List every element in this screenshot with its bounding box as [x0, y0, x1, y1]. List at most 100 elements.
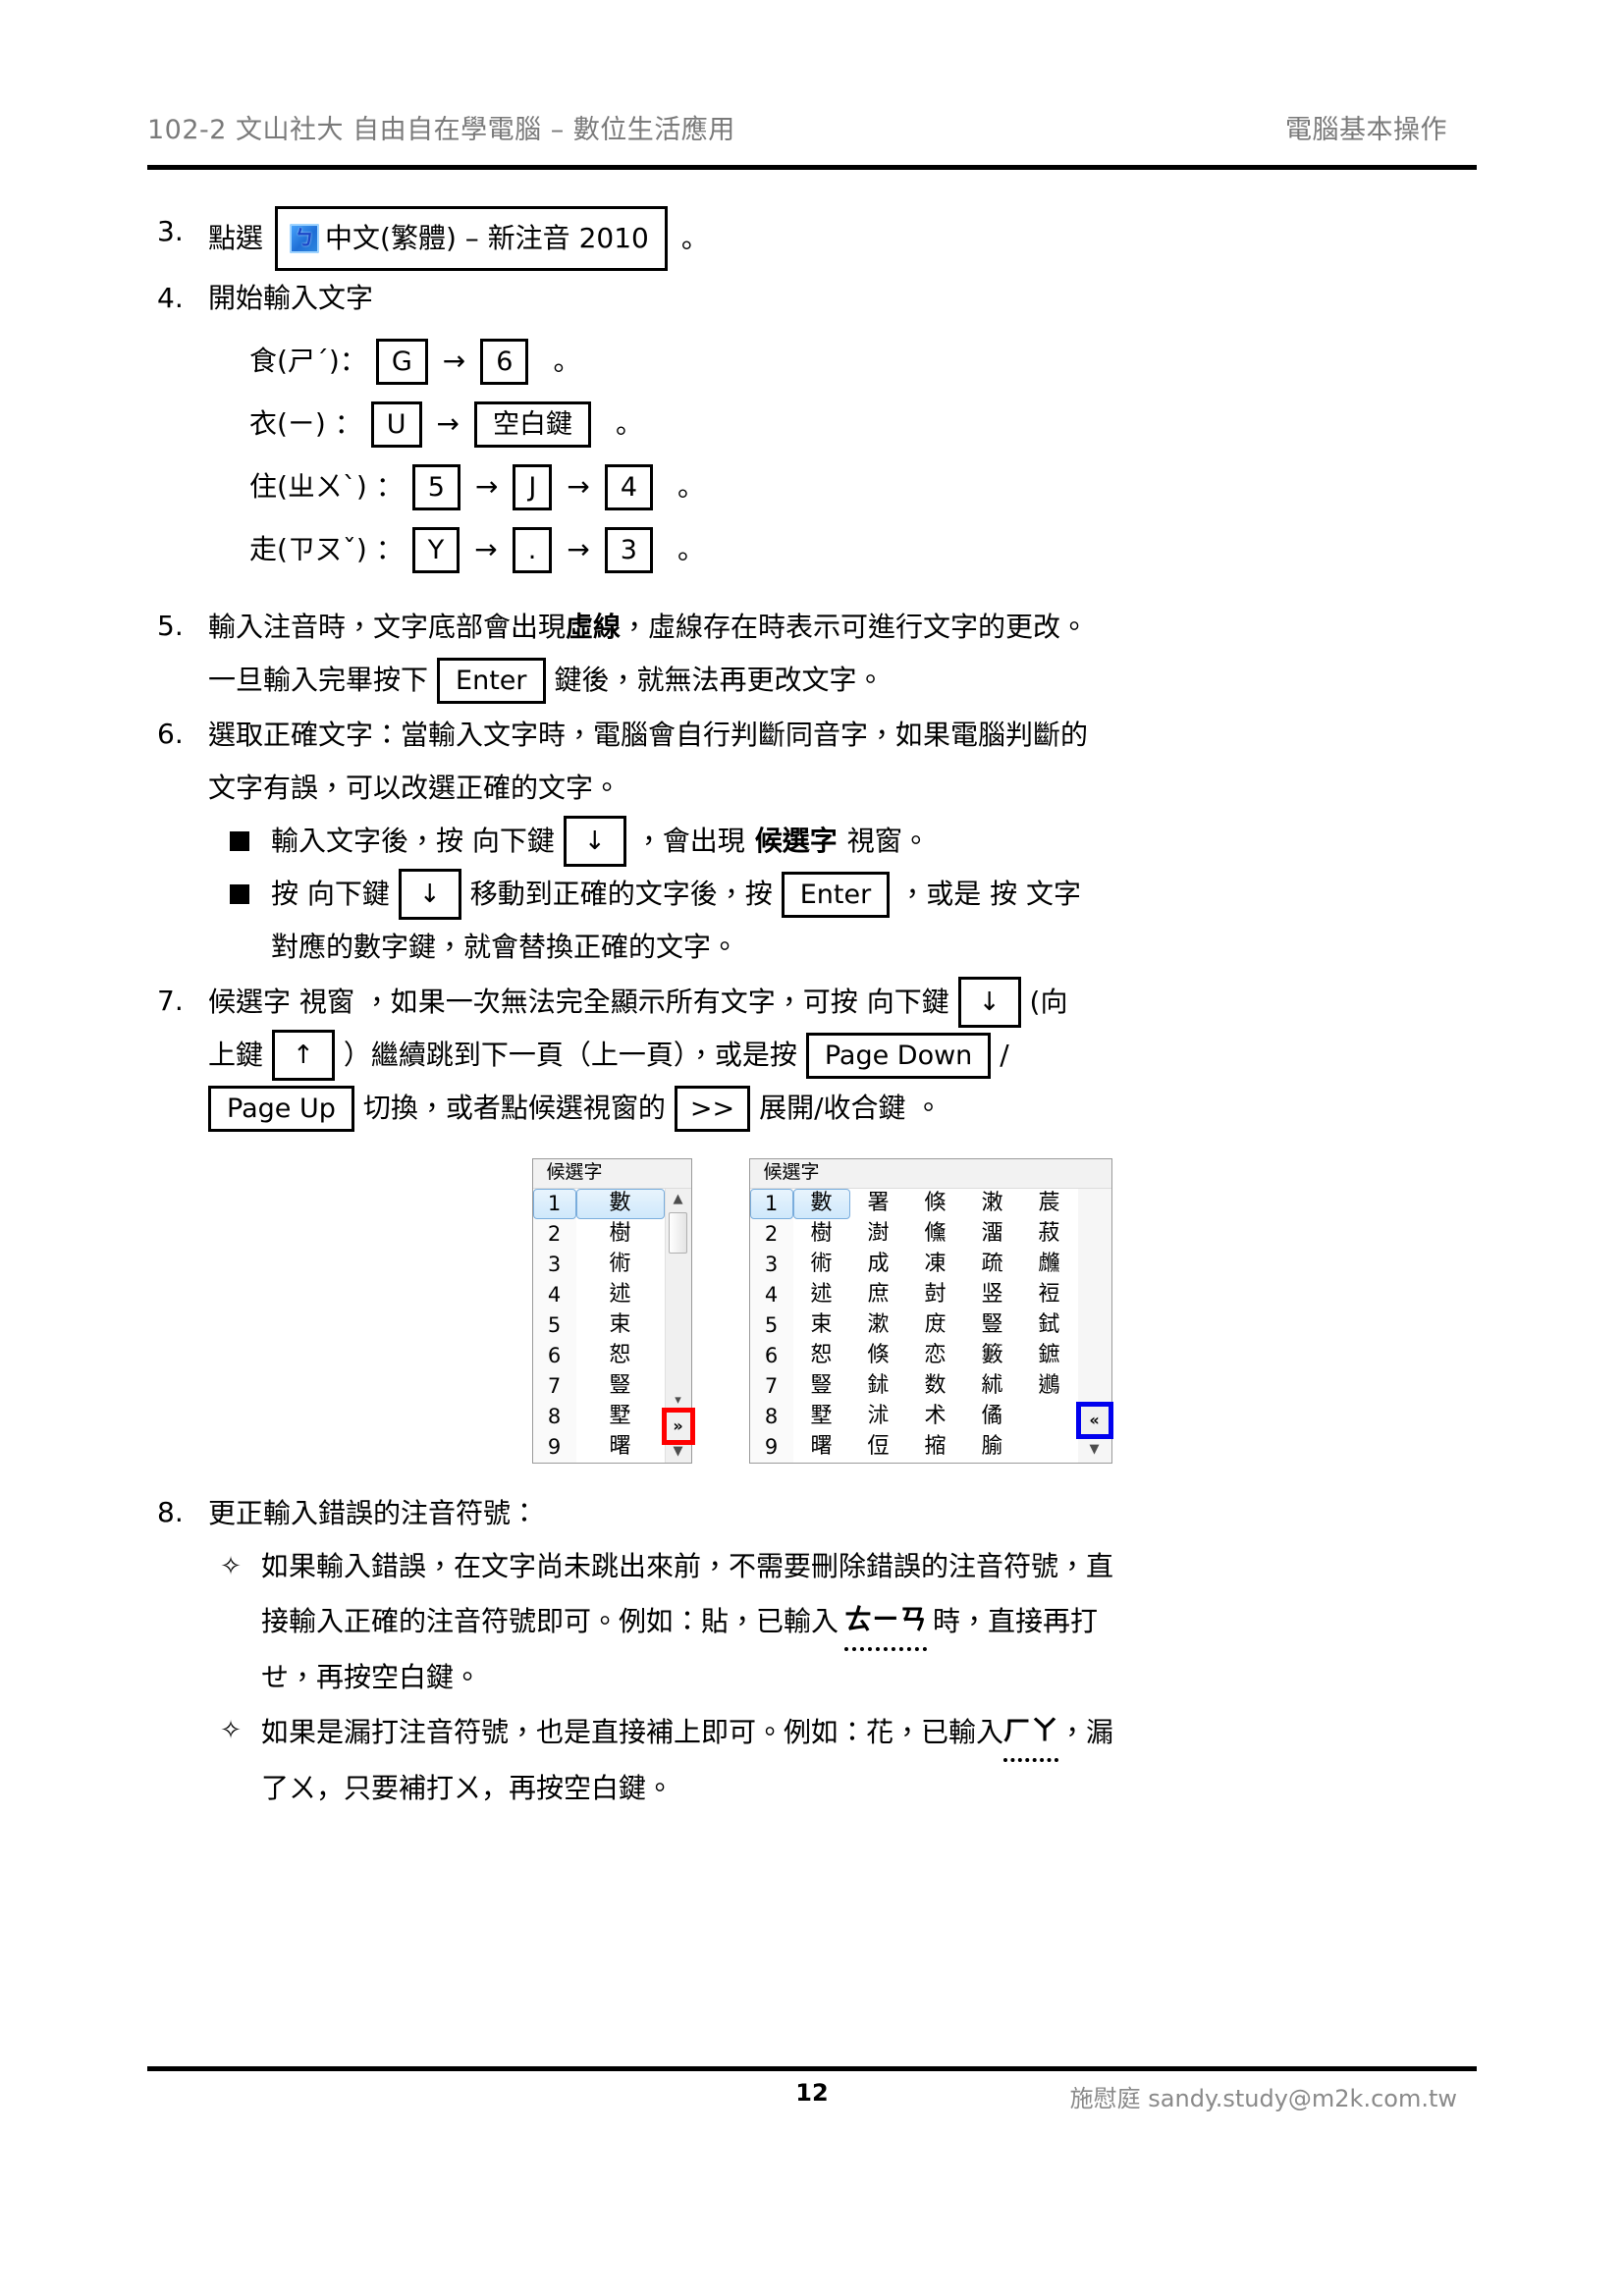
candidate-number[interactable]: 3: [533, 1250, 576, 1280]
key-cap-expand[interactable]: >>: [674, 1085, 751, 1132]
key-cap-page-down[interactable]: Page Down: [805, 1032, 992, 1079]
ime-selection-box[interactable]: ㄅ 中文(繁體) – 新注音 2010: [275, 206, 668, 271]
candidate-char[interactable]: 倏: [850, 1341, 907, 1371]
candidate-number[interactable]: 8: [750, 1402, 793, 1432]
candidate-char[interactable]: 墅: [576, 1402, 665, 1432]
candidate-char[interactable]: 曙: [793, 1432, 850, 1463]
candidate-char[interactable]: 澍: [850, 1219, 907, 1250]
candidate-char[interactable]: 腧: [964, 1432, 1021, 1463]
candidate-char[interactable]: 竖: [964, 1280, 1021, 1310]
candidate-number[interactable]: 9: [533, 1432, 576, 1463]
candidate-char[interactable]: 鶐: [1021, 1371, 1078, 1402]
key-cap-down-arrow[interactable]: ↓: [957, 977, 1021, 1028]
candidate-char[interactable]: 侸: [850, 1432, 907, 1463]
key-cap[interactable]: Y: [411, 526, 460, 573]
candidate-char[interactable]: 束: [793, 1310, 850, 1341]
candidate-number[interactable]: 2: [533, 1219, 576, 1250]
candidate-char[interactable]: 鉽: [1021, 1310, 1078, 1341]
scroll-down-arrow-icon[interactable]: ▼: [1078, 1437, 1111, 1463]
candidate-char[interactable]: 束: [576, 1310, 665, 1341]
candidate-char[interactable]: 术: [907, 1402, 964, 1432]
scroll-up-arrow-icon[interactable]: ▲: [666, 1189, 691, 1210]
candidate-char[interactable]: 凍: [907, 1250, 964, 1280]
candidate-char[interactable]: 恕: [576, 1341, 665, 1371]
candidate-char[interactable]: 恋: [907, 1341, 964, 1371]
key-cap-enter[interactable]: Enter: [781, 871, 891, 918]
expand-candidates-button[interactable]: »: [661, 1407, 695, 1445]
candidate-char[interactable]: 僪: [964, 1402, 1021, 1432]
candidate-char[interactable]: 漱: [850, 1310, 907, 1341]
candidate-scrollbar[interactable]: ▲ ▾ » ▼: [661, 1188, 695, 1463]
candidate-char[interactable]: 墅: [793, 1402, 850, 1432]
candidate-char[interactable]: 潄: [964, 1189, 1021, 1219]
candidate-char[interactable]: 豎: [576, 1371, 665, 1402]
candidate-char[interactable]: 豎: [964, 1310, 1021, 1341]
key-cap[interactable]: 空白鍵: [473, 400, 591, 448]
scroll-down-small-arrow-icon[interactable]: ▾: [666, 1390, 691, 1412]
candidate-number[interactable]: 9: [750, 1432, 793, 1463]
candidate-window-expanded[interactable]: 候選字 1 2 3 4 5 6 7 8 9 數 樹 術 述 束 恕 豎 墅 曙 …: [748, 1158, 1113, 1464]
key-cap[interactable]: .: [512, 526, 553, 573]
candidate-number[interactable]: 6: [533, 1341, 576, 1371]
candidate-number[interactable]: 5: [750, 1310, 793, 1341]
key-cap[interactable]: 5: [411, 463, 460, 510]
candidate-number[interactable]: 5: [533, 1310, 576, 1341]
candidate-number[interactable]: 4: [750, 1280, 793, 1310]
candidate-char[interactable]: 摍: [907, 1432, 964, 1463]
candidate-number[interactable]: 6: [750, 1341, 793, 1371]
candidate-char[interactable]: 署: [850, 1189, 907, 1219]
candidate-char[interactable]: 菽: [1021, 1219, 1078, 1250]
candidate-char[interactable]: 虪: [1021, 1250, 1078, 1280]
candidate-char[interactable]: 恕: [793, 1341, 850, 1371]
candidate-char[interactable]: 樹: [576, 1219, 665, 1250]
key-cap-down-arrow[interactable]: ↓: [398, 869, 461, 920]
candidate-char[interactable]: 裋: [1021, 1280, 1078, 1310]
candidate-number[interactable]: 7: [750, 1371, 793, 1402]
key-cap[interactable]: 6: [480, 338, 529, 385]
candidate-right-controls[interactable]: « ▼: [1075, 1188, 1113, 1463]
scroll-down-arrow-icon[interactable]: ▼: [666, 1441, 691, 1463]
candidate-char[interactable]: 術: [793, 1250, 850, 1280]
candidate-char[interactable]: 沭: [850, 1402, 907, 1432]
candidate-char[interactable]: 澑: [964, 1219, 1021, 1250]
key-cap[interactable]: G: [375, 338, 428, 385]
candidate-char[interactable]: 成: [850, 1250, 907, 1280]
candidate-char[interactable]: 鏣: [1021, 1341, 1078, 1371]
collapse-candidates-button[interactable]: «: [1075, 1401, 1113, 1439]
candidate-char[interactable]: 曙: [576, 1432, 665, 1463]
candidate-char[interactable]: 倏: [907, 1189, 964, 1219]
candidate-char[interactable]: 術: [576, 1250, 665, 1280]
candidate-number[interactable]: 1: [749, 1188, 793, 1219]
candidate-char[interactable]: 豎: [793, 1371, 850, 1402]
candidate-number[interactable]: 8: [533, 1402, 576, 1432]
candidate-char[interactable]: 儵: [907, 1219, 964, 1250]
candidate-char[interactable]: 尌: [907, 1280, 964, 1310]
candidate-char[interactable]: 庶: [850, 1280, 907, 1310]
candidate-char[interactable]: 疏: [964, 1250, 1021, 1280]
key-cap-down-arrow[interactable]: ↓: [563, 816, 626, 867]
candidate-char[interactable]: 述: [576, 1280, 665, 1310]
candidate-char[interactable]: 數: [575, 1188, 665, 1219]
candidate-char[interactable]: 数: [907, 1371, 964, 1402]
key-cap-enter[interactable]: Enter: [437, 657, 546, 704]
candidate-char[interactable]: 庻: [907, 1310, 964, 1341]
key-cap[interactable]: U: [370, 400, 422, 448]
candidate-char[interactable]: 莀: [1021, 1189, 1078, 1219]
key-cap[interactable]: 3: [604, 526, 653, 573]
candidate-char[interactable]: 絉: [964, 1371, 1021, 1402]
key-cap-page-up[interactable]: Page Up: [208, 1085, 354, 1132]
candidate-number[interactable]: 3: [750, 1250, 793, 1280]
candidate-char[interactable]: 數: [792, 1188, 850, 1219]
candidate-number[interactable]: 4: [533, 1280, 576, 1310]
key-cap[interactable]: 4: [604, 463, 654, 510]
scrollbar-thumb[interactable]: [669, 1211, 687, 1254]
key-cap-up-arrow[interactable]: ↑: [272, 1030, 335, 1081]
candidate-char[interactable]: 鉥: [850, 1371, 907, 1402]
candidate-char[interactable]: 樹: [793, 1219, 850, 1250]
candidate-char[interactable]: 述: [793, 1280, 850, 1310]
candidate-char[interactable]: 籔: [964, 1341, 1021, 1371]
candidate-number[interactable]: 2: [750, 1219, 793, 1250]
key-cap[interactable]: J: [513, 463, 553, 510]
candidate-window-collapsed[interactable]: 候選字 1 2 3 4 5 6 7 8 9 數 樹 術 述 束 恕 豎 墅 曙 …: [531, 1158, 695, 1464]
candidate-number[interactable]: 1: [532, 1188, 576, 1219]
